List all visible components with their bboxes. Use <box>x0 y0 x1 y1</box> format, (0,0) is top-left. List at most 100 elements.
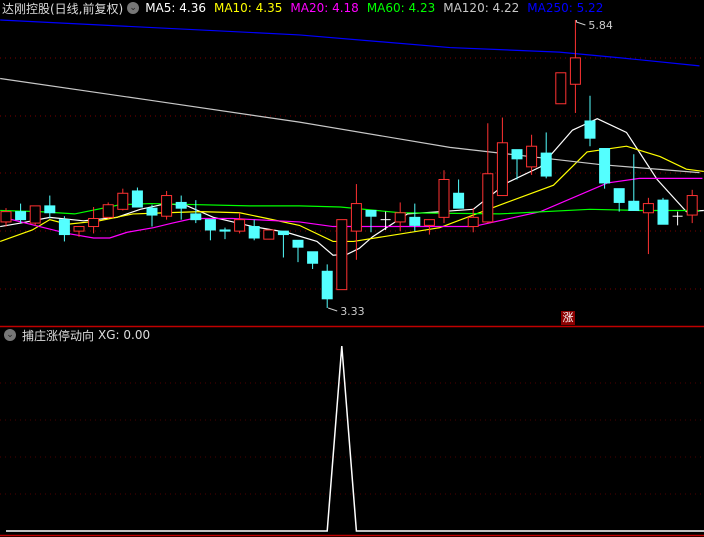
stock-chart[interactable]: 5.84 3.33 <box>0 0 704 537</box>
candle <box>263 229 275 240</box>
indicator-line-xg <box>6 345 704 532</box>
candle <box>219 227 231 240</box>
limit-up-signal-badge[interactable]: 涨 <box>561 311 575 325</box>
candle-body <box>482 173 494 223</box>
candle-body <box>102 204 114 218</box>
candle <box>380 211 391 230</box>
candle <box>336 219 348 291</box>
candle <box>234 212 246 234</box>
indicator-value: XG: 0.00 <box>98 328 151 342</box>
candle <box>321 264 333 308</box>
candle-body <box>613 188 625 203</box>
candle-body <box>146 207 158 216</box>
candle <box>277 230 289 258</box>
candle-body <box>569 57 581 85</box>
ma-label: MA20: 4.18 <box>290 1 359 15</box>
candle-body <box>423 219 435 226</box>
candle-body <box>175 201 187 209</box>
annotation-arrow <box>575 20 586 26</box>
candle <box>496 117 508 197</box>
candle <box>248 219 260 241</box>
candle <box>642 197 654 255</box>
candle <box>672 211 683 226</box>
price-annotation: 5.84 <box>588 19 613 32</box>
candle-body <box>73 226 85 232</box>
candle <box>161 190 173 220</box>
candle-body <box>540 152 552 177</box>
candle <box>453 179 465 209</box>
candle <box>584 95 596 147</box>
candle <box>146 204 158 227</box>
candle-body <box>292 239 304 248</box>
candle-body <box>248 226 260 239</box>
candle <box>438 170 450 224</box>
ma-label: MA5: 4.36 <box>145 1 206 15</box>
candle-body <box>496 142 508 197</box>
candle-body <box>394 212 406 223</box>
ma-label: MA60: 4.23 <box>366 1 436 15</box>
chevron-down-icon[interactable]: ⌄ <box>127 2 140 14</box>
candle <box>117 188 129 211</box>
ma-label: MA120: 4.22 <box>443 1 520 15</box>
candle-body <box>336 219 348 291</box>
candle-body <box>58 219 70 236</box>
candle-body <box>219 229 231 232</box>
candle-body <box>657 199 669 225</box>
candle-body <box>453 192 465 209</box>
candle-body <box>628 200 640 211</box>
candle-body <box>44 205 56 214</box>
candle-body <box>204 219 216 231</box>
candle-body <box>117 192 129 210</box>
candle-body <box>467 216 479 228</box>
candle <box>58 216 70 242</box>
candle-body <box>526 145 538 168</box>
indicator-name: 捕庄涨停动向 <box>22 328 95 343</box>
candle-body <box>131 190 143 208</box>
candle-body <box>584 120 596 139</box>
candle-body <box>438 178 450 218</box>
candle <box>292 239 304 263</box>
candle-body <box>88 218 100 228</box>
candle-body <box>511 149 523 160</box>
candle-body <box>321 270 333 300</box>
candle <box>44 195 56 219</box>
candle <box>657 197 669 225</box>
annotation-arrow <box>328 307 338 312</box>
candle <box>613 188 625 212</box>
candle-body <box>409 216 421 226</box>
candle-body <box>642 203 654 214</box>
candle <box>569 20 581 113</box>
candle <box>175 195 187 220</box>
candle <box>467 208 479 233</box>
candle <box>599 148 611 189</box>
candle <box>102 202 114 219</box>
candle-body <box>190 213 202 221</box>
candle <box>204 219 216 241</box>
candle <box>555 72 567 105</box>
chevron-down-icon[interactable]: ⌄ <box>4 329 16 341</box>
candle-body <box>234 219 246 232</box>
candle-body <box>365 209 377 217</box>
candle-body <box>686 195 698 216</box>
candle-body <box>161 195 173 217</box>
candle-body <box>29 205 41 224</box>
candle <box>628 154 640 211</box>
price-annotation: 3.33 <box>340 305 365 318</box>
ma-legend: MA5: 4.36 MA10: 4.35 MA20: 4.18 MA60: 4.23 M… <box>145 1 611 15</box>
main-chart-header: 达刚控股(日线,前复权) ⌄ MA5: 4.36 MA10: 4.35 MA20: … <box>2 0 617 16</box>
candle <box>307 251 319 269</box>
candle <box>365 209 377 233</box>
ma-label: MA250: 5.22 <box>527 1 604 15</box>
candle <box>131 187 143 208</box>
candle-body <box>350 203 362 232</box>
candle <box>511 149 523 180</box>
candle-body <box>263 229 275 240</box>
candle-body <box>277 230 289 236</box>
candle-body <box>15 211 27 221</box>
indicator-header: ⌄ 捕庄涨停动向 XG: 0.00 <box>2 327 156 343</box>
candle-body <box>599 148 611 184</box>
candle-body <box>0 211 12 223</box>
candle <box>540 132 552 179</box>
candle-body <box>307 251 319 264</box>
candle <box>15 203 27 224</box>
